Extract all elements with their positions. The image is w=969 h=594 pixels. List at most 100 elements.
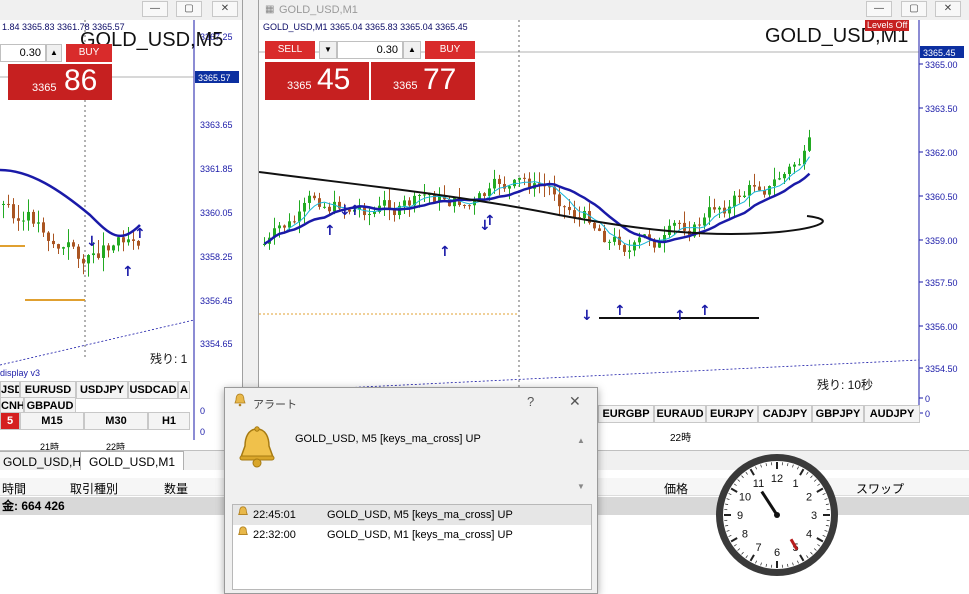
price-tick-label: 3363.50	[925, 104, 958, 114]
lot-size-input[interactable]: 0.30	[337, 41, 403, 59]
candle-body	[373, 211, 376, 214]
candle-body	[303, 202, 306, 212]
candle-body	[733, 195, 736, 207]
pair-cell[interactable]: EURAUD	[654, 405, 706, 423]
tf-cell-active[interactable]: 5	[0, 412, 20, 430]
candle-body	[283, 225, 286, 228]
candle-body	[77, 246, 80, 259]
buy-quote[interactable]: 3365 86	[8, 64, 112, 100]
candle-body	[698, 224, 701, 226]
candle-body	[508, 186, 511, 189]
levels-badge[interactable]: Levels Off	[865, 20, 910, 31]
candle-body	[728, 206, 731, 214]
clock-center	[774, 512, 780, 518]
alert-row[interactable]: 22:45:01 GOLD_USD, M5 [keys_ma_cross] UP	[233, 505, 591, 525]
remaining-time: 残り: 10秒	[817, 378, 874, 392]
minimize-button[interactable]: —	[866, 1, 892, 17]
price-tick-label: 3360.50	[925, 192, 958, 202]
desktop: — ▢ ✕ 3367.25 3365.57 3363.65 3361.85 3360.0…	[0, 0, 969, 594]
close-button[interactable]: ✕	[935, 1, 961, 17]
maximize-button[interactable]: ▢	[176, 1, 202, 17]
candle-body	[122, 237, 125, 243]
bell-icon	[237, 505, 249, 525]
candle-body	[333, 201, 336, 212]
alert-row[interactable]: 22:32:00 GOLD_USD, M1 [keys_ma_cross] UP	[233, 525, 591, 545]
alert-time: 22:32:00	[253, 529, 296, 541]
candle-body	[97, 253, 100, 258]
alert-dialog[interactable]: アラート ? ✕ GOLD_USD, M5 [keys_ma_cross] UP…	[224, 387, 598, 594]
price-tick-label: 3356.00	[925, 322, 958, 332]
candle-body	[783, 173, 786, 179]
col-swap[interactable]: スワップ	[856, 480, 904, 497]
col-type[interactable]: 取引種別	[70, 480, 118, 497]
buy-button[interactable]: BUY	[425, 41, 475, 59]
candle-body	[603, 230, 606, 243]
pair-cell[interactable]: USDCAD	[128, 381, 178, 399]
close-button[interactable]: ✕	[212, 1, 238, 17]
candle-body	[703, 217, 706, 226]
buy-signal-arrow-icon: ↑	[674, 308, 686, 324]
candle-body	[788, 166, 791, 174]
chart-icon: ▦	[265, 4, 275, 15]
candle-body	[82, 258, 85, 264]
candle-body	[328, 206, 331, 212]
pair-cell[interactable]: EURJPY	[706, 405, 758, 423]
candle-body	[738, 195, 741, 197]
candle-body	[323, 206, 326, 208]
col-volume[interactable]: 数量	[164, 480, 188, 497]
bell-icon	[237, 525, 249, 545]
buy-button[interactable]: BUY	[66, 44, 112, 62]
scroll-down-icon[interactable]: ▼	[577, 482, 585, 491]
help-button[interactable]: ?	[527, 394, 534, 409]
candle-body	[608, 241, 611, 243]
maximize-button[interactable]: ▢	[901, 1, 927, 17]
candle-body	[288, 221, 291, 228]
tab-gold-m1[interactable]: GOLD_USD,M1	[80, 451, 185, 471]
scroll-up-icon[interactable]: ▲	[577, 436, 585, 445]
time-label: 22時	[670, 433, 692, 444]
pair-cell[interactable]: AUDJPY	[864, 405, 920, 423]
lot-size-input[interactable]: 0.30	[0, 44, 46, 62]
candle-body	[107, 245, 110, 251]
titlebar: ▦ GOLD_USD,M1 — ▢ ✕	[259, 0, 969, 20]
lot-up-button[interactable]: ▲	[403, 41, 421, 59]
candle-body	[87, 255, 90, 264]
pair-cell[interactable]: CADJPY	[758, 405, 812, 423]
candle-body	[67, 242, 70, 248]
sell-price-small: 3365	[287, 80, 312, 92]
candle-body	[563, 206, 566, 208]
candle-body	[498, 178, 501, 184]
tf-cell[interactable]: H1	[148, 412, 190, 430]
price-tick-label: 3358.25	[200, 252, 233, 262]
candle-body	[72, 242, 75, 247]
pair-cell[interactable]: USDJPY	[76, 381, 128, 399]
buy-price-big: 86	[64, 64, 98, 97]
col-price[interactable]: 価格	[664, 480, 688, 497]
pairs-grid-right: EURGBP EURAUD EURJPY CADJPY GBPJPY AUDJP…	[598, 405, 920, 423]
sell-button[interactable]: SELL	[265, 41, 315, 59]
candle-body	[47, 232, 50, 241]
pair-cell[interactable]: A	[178, 381, 190, 399]
tf-cell[interactable]: M15	[20, 412, 84, 430]
lot-up-button[interactable]: ▲	[46, 44, 62, 62]
ohlc-header: GOLD_USD,M1 3365.04 3365.83 3365.04 3365…	[263, 22, 468, 32]
price-tick-label: 3360.05	[200, 208, 233, 218]
bell-icon-large	[237, 426, 277, 471]
buy-quote[interactable]: 3365 77	[371, 62, 475, 100]
pair-cell[interactable]: GBPJPY	[812, 405, 864, 423]
col-time[interactable]: 時間	[2, 480, 26, 497]
clock-number: 8	[742, 529, 748, 541]
bell-icon	[233, 393, 247, 410]
pair-cell[interactable]: EURGBP	[598, 405, 654, 423]
candle-body	[618, 236, 621, 246]
lot-dropdown-button[interactable]: ▼	[319, 41, 337, 59]
sell-signal-arrow-icon: ↓	[339, 203, 351, 219]
close-button[interactable]: ✕	[569, 393, 581, 410]
candle-body	[568, 206, 571, 211]
price-tick-label: 3365.57	[198, 73, 231, 83]
sell-quote[interactable]: 3365 45	[265, 62, 369, 100]
alert-time: 22:45:01	[253, 509, 296, 521]
tf-cell[interactable]: M30	[84, 412, 148, 430]
minimize-button[interactable]: —	[142, 1, 168, 17]
candle-body	[778, 178, 781, 180]
